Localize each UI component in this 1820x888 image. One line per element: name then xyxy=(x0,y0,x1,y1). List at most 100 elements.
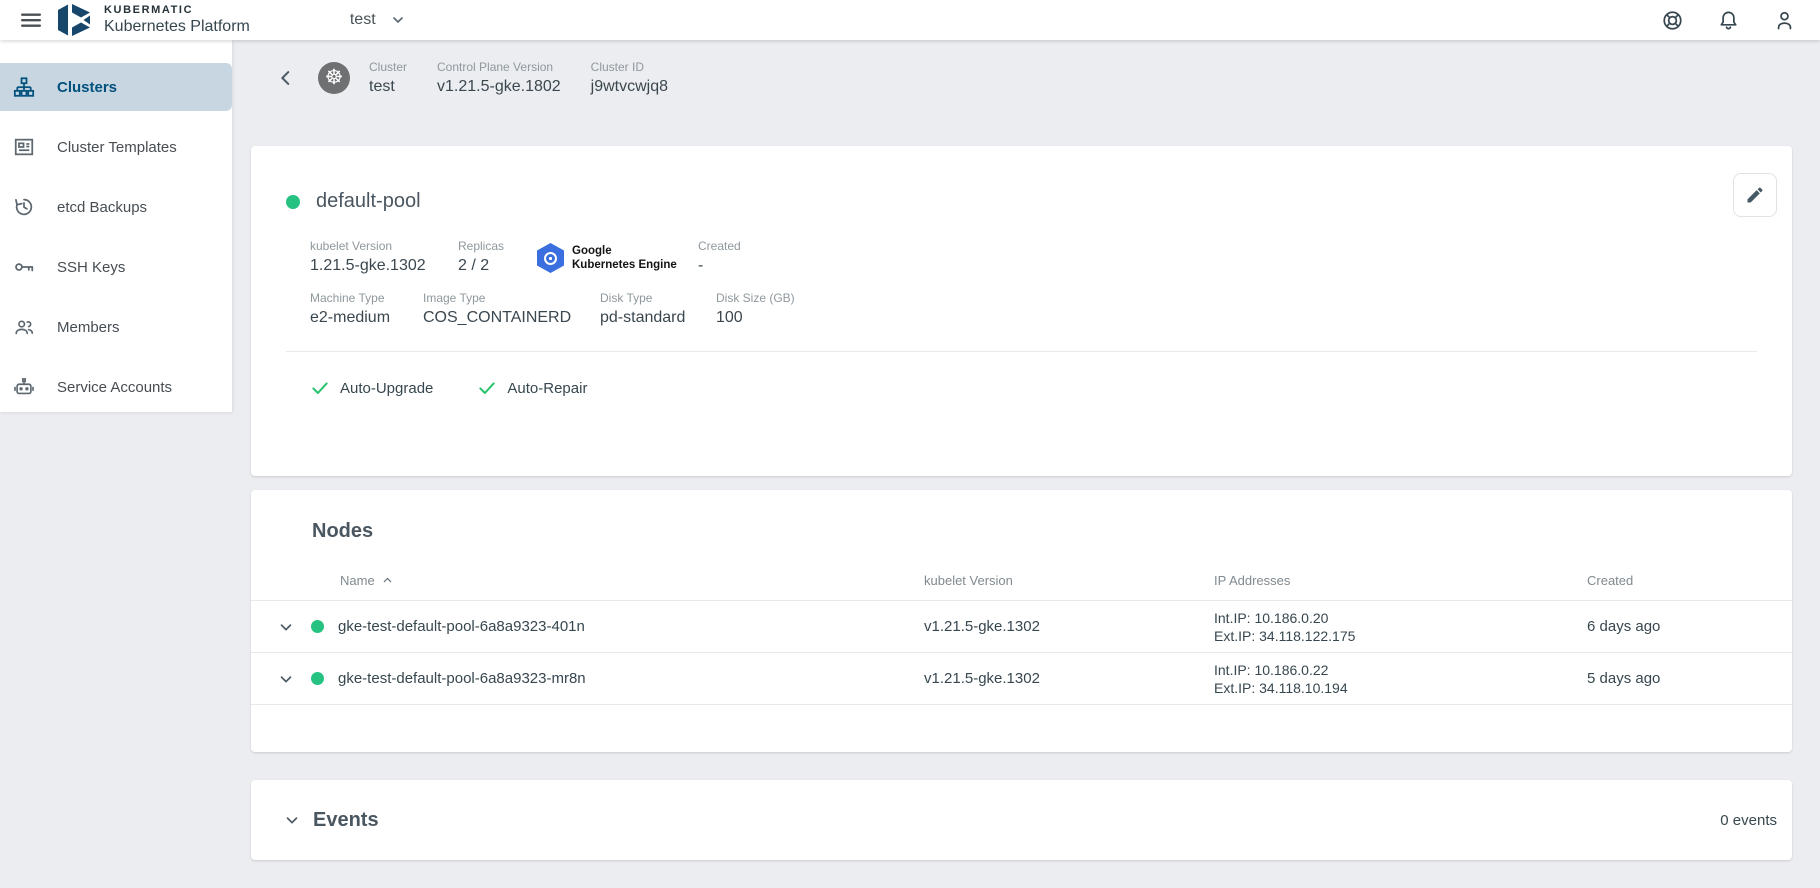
provider-logo-field: Google Kubernetes Engine xyxy=(537,239,698,275)
brand-text: KUBERMATIC Kubernetes Platform xyxy=(104,4,250,36)
node-internal-ip: Int.IP: 10.186.0.20 xyxy=(1214,609,1587,627)
nodes-title: Nodes xyxy=(251,490,1792,543)
cluster-templates-icon xyxy=(13,136,35,158)
menu-icon[interactable] xyxy=(10,0,52,40)
toggle-label: Auto-Upgrade xyxy=(340,380,433,397)
field-label: Cluster xyxy=(369,60,407,74)
node-row[interactable]: gke-test-default-pool-6a8a9323-mr8n v1.2… xyxy=(251,653,1792,705)
machine-deployment-card: default-pool kubelet Version 1.21.5-gke.… xyxy=(251,146,1792,476)
sidebar-item-label: Service Accounts xyxy=(57,379,172,396)
control-plane-version: v1.21.5-gke.1802 xyxy=(437,78,561,96)
sidebar-item-label: etcd Backups xyxy=(57,199,147,216)
sidebar-item-etcd-backups[interactable]: etcd Backups xyxy=(0,183,232,231)
kubelet-version-field: kubelet Version 1.21.5-gke.1302 xyxy=(310,239,458,275)
events-count-badge: 0 events xyxy=(1720,812,1777,829)
project-selector[interactable]: test xyxy=(350,11,406,29)
sidebar-item-members[interactable]: Members xyxy=(0,303,232,351)
cluster-id-field: Cluster ID j9wtvcwjq8 xyxy=(591,60,668,96)
md-fields-row-1: kubelet Version 1.21.5-gke.1302 Replicas… xyxy=(310,239,1757,275)
brand-product: Kubernetes Platform xyxy=(104,18,250,36)
notifications-icon[interactable] xyxy=(1716,8,1740,32)
node-name: gke-test-default-pool-6a8a9323-mr8n xyxy=(338,670,586,687)
sidebar-item-cluster-templates[interactable]: Cluster Templates xyxy=(0,123,232,171)
help-icon[interactable] xyxy=(1660,8,1684,32)
field-label: Machine Type xyxy=(310,291,423,305)
field-label: Disk Size (GB) xyxy=(716,291,795,305)
service-accounts-icon xyxy=(13,376,35,398)
field-label: Control Plane Version xyxy=(437,60,561,74)
kubernetes-icon: ☸ xyxy=(318,62,350,94)
node-status-dot xyxy=(311,672,324,685)
nodes-card: Nodes Name kubelet Version IP Addresses … xyxy=(251,490,1792,752)
events-card[interactable]: Events 0 events xyxy=(251,780,1792,860)
ssh-keys-icon xyxy=(13,256,35,278)
cluster-fields: Cluster test Control Plane Version v1.21… xyxy=(369,60,668,96)
top-bar: KUBERMATIC Kubernetes Platform test xyxy=(0,0,1820,40)
project-name: test xyxy=(350,11,376,29)
gke-logo-line2: Kubernetes Engine xyxy=(572,258,677,272)
hamburger-icon xyxy=(19,8,43,32)
cluster-field: Cluster test xyxy=(369,60,407,96)
edit-button[interactable] xyxy=(1733,173,1777,217)
expand-chevron-icon[interactable] xyxy=(277,618,295,636)
sidebar-item-ssh-keys[interactable]: SSH Keys xyxy=(0,243,232,291)
chevron-left-icon xyxy=(275,67,297,89)
disk-size-field: Disk Size (GB) 100 xyxy=(716,291,795,327)
field-value: 100 xyxy=(716,309,795,327)
back-button[interactable] xyxy=(274,66,298,90)
node-name: gke-test-default-pool-6a8a9323-401n xyxy=(338,618,585,635)
members-icon xyxy=(13,316,35,338)
auto-repair-indicator: Auto-Repair xyxy=(477,378,587,398)
cluster-info-bar: ☸ Cluster test Control Plane Version v1.… xyxy=(251,40,1792,116)
field-value: e2-medium xyxy=(310,309,423,327)
gke-logo-text: Google Kubernetes Engine xyxy=(572,244,677,273)
chevron-down-icon xyxy=(390,12,406,28)
sidebar-item-label: Clusters xyxy=(57,79,117,96)
field-label: Image Type xyxy=(423,291,600,305)
sort-asc-icon xyxy=(382,575,393,586)
md-fields-row-2: Machine Type e2-medium Image Type COS_CO… xyxy=(310,291,1757,327)
sidebar-item-label: Members xyxy=(57,319,120,336)
node-internal-ip: Int.IP: 10.186.0.22 xyxy=(1214,661,1587,679)
control-plane-version-field: Control Plane Version v1.21.5-gke.1802 xyxy=(437,60,561,96)
column-header-kubelet-version[interactable]: kubelet Version xyxy=(924,573,1214,588)
divider xyxy=(286,351,1757,352)
topbar-actions xyxy=(1660,8,1796,32)
gke-hexagon-icon xyxy=(537,243,564,273)
column-label: Name xyxy=(340,573,375,588)
expand-chevron-icon[interactable] xyxy=(283,811,301,829)
node-kubelet-version: v1.21.5-gke.1302 xyxy=(924,618,1214,635)
user-icon[interactable] xyxy=(1772,8,1796,32)
column-header-ip-addresses[interactable]: IP Addresses xyxy=(1214,573,1587,588)
field-label: Replicas xyxy=(458,239,537,253)
check-icon xyxy=(310,378,330,398)
field-value: 1.21.5-gke.1302 xyxy=(310,257,458,275)
field-label: Disk Type xyxy=(600,291,716,305)
pencil-icon xyxy=(1745,185,1765,205)
sidebar: Clusters Cluster Templates xyxy=(0,40,232,412)
column-header-name[interactable]: Name xyxy=(251,573,924,588)
kubermatic-app: KUBERMATIC Kubernetes Platform test xyxy=(0,0,1820,888)
machine-deployment-header: default-pool xyxy=(286,146,1757,213)
sidebar-item-clusters[interactable]: Clusters xyxy=(0,63,232,111)
etcd-backups-icon xyxy=(13,196,35,218)
node-status-dot xyxy=(311,620,324,633)
node-created: 5 days ago xyxy=(1587,670,1792,687)
kubermatic-logo-icon xyxy=(58,3,92,37)
brand-name: KUBERMATIC xyxy=(104,4,250,16)
nodes-table: Name kubelet Version IP Addresses Create… xyxy=(251,561,1792,705)
status-dot xyxy=(286,195,300,209)
check-icon xyxy=(477,378,497,398)
gke-logo: Google Kubernetes Engine xyxy=(537,243,698,273)
sidebar-item-service-accounts[interactable]: Service Accounts xyxy=(0,363,232,411)
clusters-icon xyxy=(13,76,35,98)
machine-deployment-name: default-pool xyxy=(316,190,421,213)
cluster-id: j9wtvcwjq8 xyxy=(591,78,668,96)
field-value: - xyxy=(698,257,741,275)
field-label: kubelet Version xyxy=(310,239,458,253)
node-row[interactable]: gke-test-default-pool-6a8a9323-401n v1.2… xyxy=(251,601,1792,653)
events-title: Events xyxy=(313,809,379,832)
expand-chevron-icon[interactable] xyxy=(277,670,295,688)
field-value: 2 / 2 xyxy=(458,257,537,275)
column-header-created[interactable]: Created xyxy=(1587,573,1792,588)
